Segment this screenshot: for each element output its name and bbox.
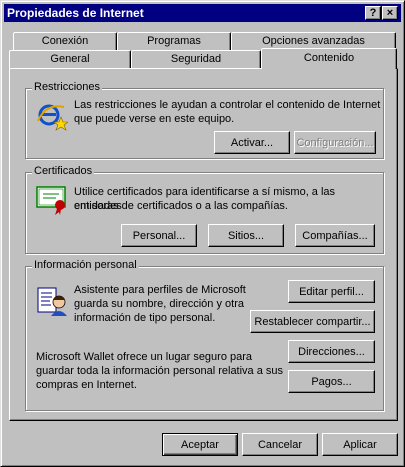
profile-assistant-icon [36, 285, 68, 320]
cancelar-button[interactable]: Cancelar [242, 433, 318, 456]
tab-contenido[interactable]: Contenido [261, 48, 397, 69]
activar-button[interactable]: Activar... [214, 131, 290, 154]
group-informacion-personal: Información personal Asistente para perf… [25, 259, 384, 411]
certificate-icon [36, 185, 68, 218]
profile-text-line1: Asistente para perfiles de Microsoft [74, 284, 246, 296]
configuracion-button[interactable]: Configuración... [294, 131, 376, 154]
profile-text-line2: guarda su nombre, dirección y otra [74, 298, 244, 310]
restricciones-text-line1: Las restricciones le ayudan a controlar … [74, 99, 381, 111]
group-label-restricciones: Restricciones [32, 81, 103, 93]
group-certificados: Certificados Utilice certificados para i… [25, 165, 384, 254]
restablecer-compartir-button[interactable]: Restablecer compartir... [250, 310, 375, 333]
tab-conexion[interactable]: Conexión [13, 32, 117, 50]
wallet-text-line3: compras en Internet. [36, 379, 137, 391]
direcciones-button[interactable]: Direcciones... [288, 340, 375, 363]
restricciones-text-line2: que puede verse en este equipo. [74, 113, 235, 125]
certificados-text-line2: emisoras de certificados o a las compañí… [74, 200, 288, 212]
aceptar-button[interactable]: Aceptar [162, 433, 238, 456]
tab-programas[interactable]: Programas [117, 32, 231, 50]
pagos-button[interactable]: Pagos... [288, 370, 375, 393]
tab-general[interactable]: General [9, 50, 131, 68]
sitios-button[interactable]: Sitios... [208, 224, 284, 247]
tab-seguridad[interactable]: Seguridad [131, 50, 261, 68]
personal-button[interactable]: Personal... [121, 224, 197, 247]
aplicar-button[interactable]: Aplicar [322, 433, 398, 456]
window-title: Propiedades de Internet [7, 6, 144, 20]
title-bar[interactable]: Propiedades de Internet ? × [4, 4, 401, 22]
group-label-certificados: Certificados [32, 165, 95, 177]
editar-perfil-button[interactable]: Editar perfil... [288, 280, 375, 303]
wallet-text-line2: guardar toda la información personal rel… [36, 365, 284, 377]
help-button[interactable]: ? [365, 6, 381, 20]
group-restricciones: Restricciones Las restricciones le ayuda… [25, 81, 384, 159]
companias-button[interactable]: Compañías... [295, 224, 375, 247]
profile-text-line3: información de tipo personal. [74, 312, 216, 324]
group-label-informacion-personal: Información personal [32, 259, 139, 271]
close-button[interactable]: × [382, 6, 398, 20]
content-advisor-icon [36, 99, 69, 134]
internet-properties-dialog: Propiedades de Internet ? × Conexión Pro… [0, 0, 405, 467]
wallet-text-line1: Microsoft Wallet ofrece un lugar seguro … [36, 351, 253, 363]
tab-panel-contenido: Restricciones Las restricciones le ayuda… [9, 68, 398, 421]
